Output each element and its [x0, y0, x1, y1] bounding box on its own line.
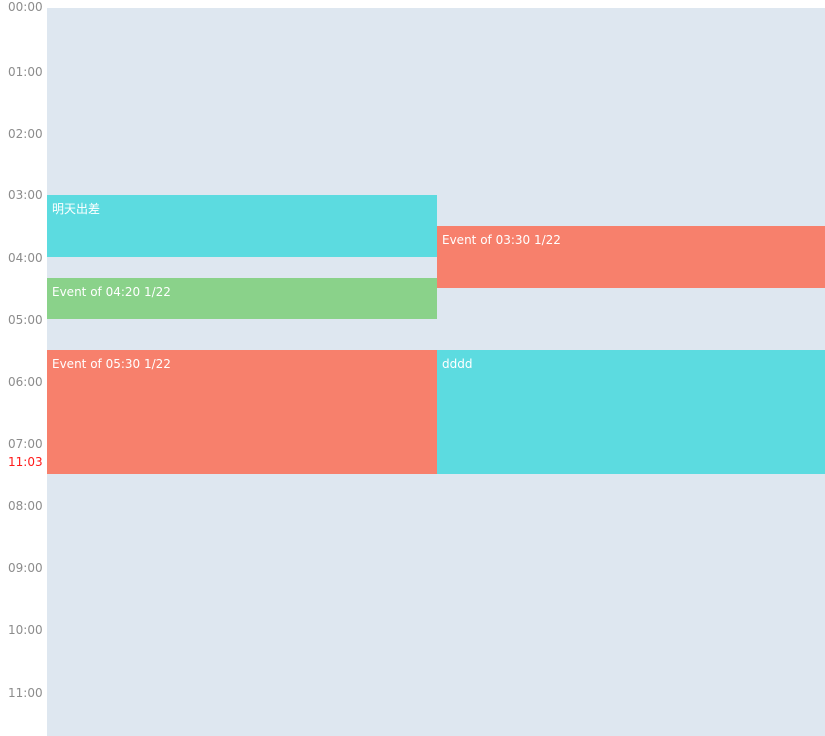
hour-label-00: 00:00 [8, 0, 43, 14]
hour-label-09: 09:00 [8, 561, 43, 575]
hour-label-04: 04:00 [8, 251, 43, 265]
event-title: Event of 05:30 1/22 [52, 357, 171, 371]
event-card[interactable]: Event of 04:20 1/22 [47, 278, 437, 319]
time-gutter: 00:00 01:00 02:00 03:00 04:00 05:00 06:0… [0, 0, 47, 736]
day-grid[interactable]: 明天出差 Event of 03:30 1/22 Event of 04:20 … [47, 8, 825, 736]
hour-label-07: 07:00 [8, 437, 43, 451]
event-card[interactable]: Event of 03:30 1/22 [437, 226, 825, 288]
hour-label-01: 01:00 [8, 65, 43, 79]
hour-label-06: 06:00 [8, 375, 43, 389]
event-title: Event of 03:30 1/22 [442, 233, 561, 247]
hour-label-08: 08:00 [8, 499, 43, 513]
hour-label-02: 02:00 [8, 127, 43, 141]
day-calendar: 00:00 01:00 02:00 03:00 04:00 05:00 06:0… [0, 0, 825, 736]
hour-label-11: 11:00 [8, 686, 43, 700]
event-title: Event of 04:20 1/22 [52, 285, 171, 299]
hour-label-10: 10:00 [8, 623, 43, 637]
event-card[interactable]: dddd [437, 350, 825, 474]
hour-label-05: 05:00 [8, 313, 43, 327]
current-time-indicator: 11:03 [8, 455, 43, 469]
event-title: 明天出差 [52, 202, 101, 216]
event-card[interactable]: 明天出差 [47, 195, 437, 257]
event-title: dddd [442, 357, 473, 371]
hour-label-03: 03:00 [8, 188, 43, 202]
event-card[interactable]: Event of 05:30 1/22 [47, 350, 437, 474]
